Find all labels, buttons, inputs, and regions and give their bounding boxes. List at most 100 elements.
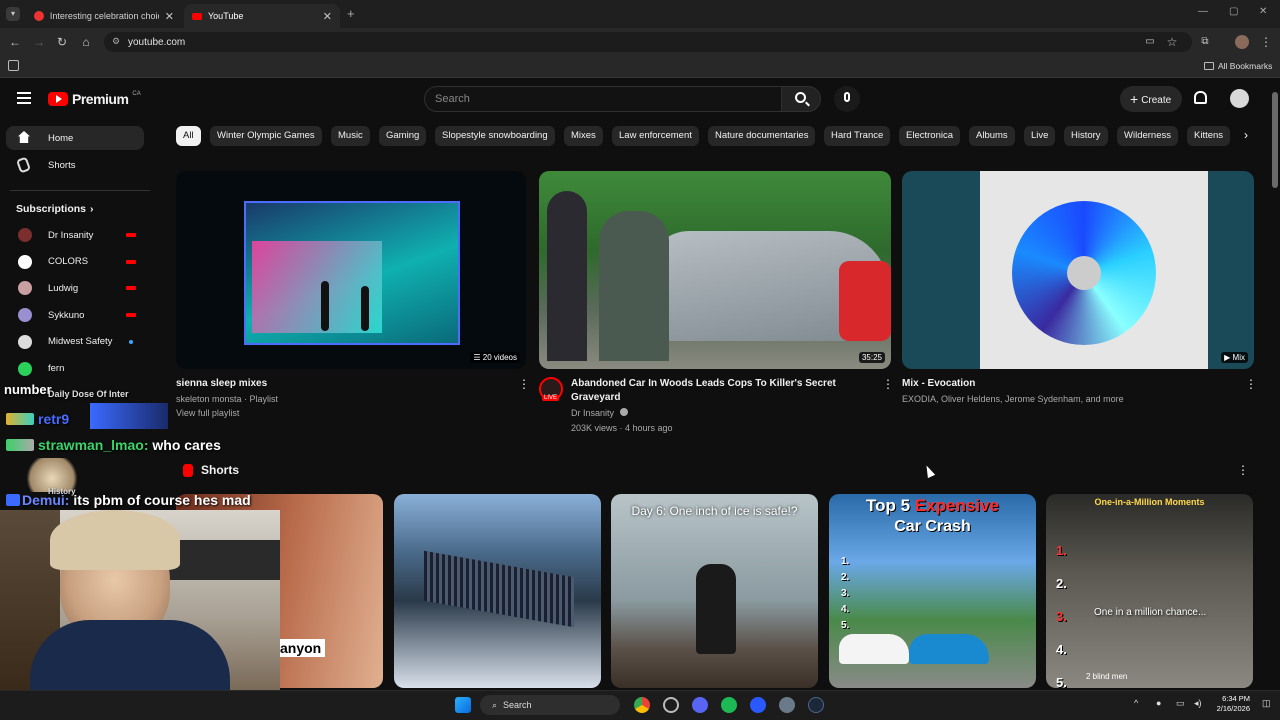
discord-icon[interactable]: [692, 697, 708, 713]
filter-chip[interactable]: All: [176, 126, 201, 146]
tray-chevron-icon[interactable]: ^: [1134, 698, 1138, 708]
apps-grid-icon[interactable]: [8, 60, 19, 71]
clock-time: 6:34 PM: [1222, 694, 1250, 703]
minimize-icon[interactable]: —: [1198, 6, 1208, 17]
shorts-icon: [15, 156, 32, 174]
sidebar-item-subscription[interactable]: Dr Insanity: [0, 223, 150, 247]
overlay-chat-line: number: [4, 382, 52, 397]
page-scrollbar[interactable]: [1272, 92, 1278, 188]
youtube-premium-logo[interactable]: Premium CA: [48, 91, 141, 107]
video-channel[interactable]: Dr Insanity: [571, 408, 628, 418]
sidebar-item-shorts[interactable]: Shorts: [0, 153, 150, 177]
short-thumbnail[interactable]: One-in-a-Million Moments 1. 2. 3. 4. 5. …: [1046, 494, 1253, 688]
video-title[interactable]: Abandoned Car In Woods Leads Cops To Kil…: [571, 377, 836, 391]
volume-icon[interactable]: ◂): [1194, 698, 1202, 709]
search-input[interactable]: Search: [424, 86, 782, 112]
sidebar-item-subscription[interactable]: Midwest Safety: [0, 330, 150, 354]
notifications-bell-icon[interactable]: [1194, 91, 1207, 104]
ranking-list: 1. 2. 3. 4. 5.: [1056, 534, 1067, 688]
filter-chip[interactable]: Mixes: [564, 126, 603, 146]
close-tab-icon[interactable]: ✕: [165, 10, 174, 23]
video-title[interactable]: Mix - Evocation: [902, 377, 975, 391]
more-actions-icon[interactable]: ⋮: [518, 378, 530, 390]
settings-icon[interactable]: [779, 697, 795, 713]
chat-badges-icon: [6, 494, 20, 506]
forward-icon[interactable]: →: [31, 34, 47, 50]
taskbar-search[interactable]: ⌕ Search: [480, 695, 620, 715]
sidebar-item-subscription[interactable]: COLORS: [0, 250, 150, 274]
filter-chip[interactable]: Gaming: [379, 126, 427, 146]
video-meta[interactable]: EXODIA, Oliver Heldens, Jerome Sydenham,…: [902, 394, 1124, 404]
all-bookmarks[interactable]: All Bookmarks: [1204, 61, 1272, 71]
browser-menu-icon[interactable]: ⋮: [1258, 34, 1274, 50]
more-actions-icon[interactable]: ⋮: [1237, 464, 1249, 476]
chips-next-icon[interactable]: ›: [1244, 128, 1248, 142]
filter-chip[interactable]: Law enforcement: [612, 126, 699, 146]
sidebar-item-subscription[interactable]: Ludwig: [0, 276, 150, 300]
windows-start-icon[interactable]: [455, 697, 471, 713]
spotify-icon[interactable]: [721, 697, 737, 713]
close-window-icon[interactable]: ✕: [1259, 6, 1267, 17]
extensions-icon[interactable]: ⧉: [1197, 34, 1213, 50]
filter-chip[interactable]: History: [1064, 126, 1108, 146]
filter-chip[interactable]: Winter Olympic Games: [210, 126, 322, 146]
system-clock[interactable]: 6:34 PM 2/16/2026: [1210, 694, 1250, 714]
profile-avatar[interactable]: [1235, 35, 1249, 49]
sidebar-item-home[interactable]: Home: [6, 126, 144, 150]
shorts-title: Shorts: [201, 463, 240, 477]
hamburger-menu-icon[interactable]: [17, 92, 31, 104]
filter-chip[interactable]: Kittens: [1187, 126, 1231, 146]
more-actions-icon[interactable]: ⋮: [882, 378, 894, 390]
reload-icon[interactable]: ↻: [54, 34, 70, 50]
video-thumbnail[interactable]: ☰ 20 videos: [176, 171, 526, 369]
video-title[interactable]: sienna sleep mixes: [176, 377, 267, 391]
new-tab-icon[interactable]: +: [347, 6, 355, 21]
search-button[interactable]: [781, 86, 821, 112]
account-avatar[interactable]: [1230, 89, 1249, 108]
chrome-icon[interactable]: [634, 697, 650, 713]
view-full-playlist-link[interactable]: View full playlist: [176, 408, 239, 418]
filter-chip[interactable]: Wilderness: [1117, 126, 1178, 146]
filter-chip[interactable]: Nature documentaries: [708, 126, 816, 146]
video-thumbnail[interactable]: 35:25: [539, 171, 891, 369]
tab-search-icon[interactable]: ▾: [6, 7, 20, 21]
search-icon: ⌕: [492, 700, 498, 710]
short-thumbnail[interactable]: Day 6: One inch of ice is safe!?: [611, 494, 818, 688]
network-icon[interactable]: ▭: [1176, 698, 1185, 709]
video-thumbnail[interactable]: ▶ Mix: [902, 171, 1254, 369]
close-tab-icon[interactable]: ✕: [323, 10, 332, 23]
short-thumbnail[interactable]: [394, 494, 601, 688]
sidebar-item-subscription[interactable]: fern: [0, 357, 150, 381]
video-meta[interactable]: skeleton monsta · Playlist: [176, 394, 278, 404]
voice-search-button[interactable]: [834, 86, 860, 112]
filter-chip[interactable]: Albums: [969, 126, 1015, 146]
short-footer: 2 blind men: [1086, 672, 1128, 681]
maximize-icon[interactable]: ▢: [1229, 6, 1238, 17]
filter-chip[interactable]: Hard Trance: [824, 126, 891, 146]
filter-chip[interactable]: Slopestyle snowboarding: [435, 126, 555, 146]
tab-interesting-celebration[interactable]: Interesting celebration choice b ✕: [26, 4, 182, 28]
microphone-icon[interactable]: ●: [1156, 698, 1161, 708]
video-title-line-2[interactable]: Graveyard: [571, 391, 620, 405]
app-icon[interactable]: [663, 697, 679, 713]
notifications-icon[interactable]: ◫: [1262, 698, 1271, 709]
sidebar-item-subscription[interactable]: Sykkuno: [0, 303, 150, 327]
steam-icon[interactable]: [808, 697, 824, 713]
tab-youtube[interactable]: YouTube ✕: [184, 4, 340, 28]
site-info-icon[interactable]: ⚙: [112, 36, 120, 47]
short-thumbnail[interactable]: Top 5 Expensive Car Crash 1. 2. 3. 4. 5.: [829, 494, 1036, 688]
back-icon[interactable]: ←: [7, 34, 23, 50]
create-button[interactable]: + Create: [1120, 86, 1182, 112]
app-icon[interactable]: [750, 697, 766, 713]
filter-chip[interactable]: Music: [331, 126, 370, 146]
filter-chip[interactable]: Live: [1024, 126, 1056, 146]
address-bar[interactable]: ⚙ youtube.com: [104, 32, 1192, 52]
subscriptions-heading[interactable]: Subscriptions ›: [0, 197, 150, 221]
more-actions-icon[interactable]: ⋮: [1245, 378, 1257, 390]
cast-icon[interactable]: ▭: [1142, 34, 1158, 50]
bookmark-star-icon[interactable]: ☆: [1164, 34, 1180, 50]
chat-user: Daily Dose Of Inter: [48, 389, 129, 399]
filter-chip[interactable]: Electronica: [899, 126, 960, 146]
rank-number: 4.: [841, 604, 850, 615]
home-icon[interactable]: ⌂: [78, 34, 94, 50]
